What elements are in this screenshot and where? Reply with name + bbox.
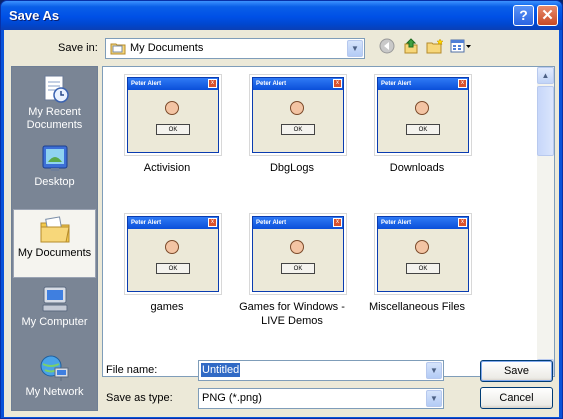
thumbnail-ok: OK xyxy=(156,263,190,274)
my-network-icon xyxy=(39,354,71,384)
help-button[interactable]: ? xyxy=(513,5,534,26)
save-as-type-label: Save as type: xyxy=(106,392,173,404)
place-my-recent-documents[interactable]: My Recent Documents xyxy=(13,69,96,138)
place-my-network[interactable]: My Network xyxy=(13,349,96,418)
chevron-down-icon[interactable]: ▼ xyxy=(426,390,442,407)
thumbnail-title: Peter Alert xyxy=(378,217,468,229)
thumbnail: Peter Alert x OK xyxy=(125,75,221,155)
place-label: My Network xyxy=(25,386,84,398)
close-button[interactable]: ✕ xyxy=(537,5,558,26)
file-name: games xyxy=(150,301,184,313)
save-in-label: Save in: xyxy=(58,42,98,54)
new-folder-icon[interactable] xyxy=(426,38,444,56)
place-desktop[interactable]: Desktop xyxy=(13,139,96,208)
file-name: Games for Windows - LIVE Demos xyxy=(239,301,345,327)
save-as-type-dropdown[interactable]: PNG (*.png) ▼ xyxy=(198,388,444,409)
thumbnail-title: Peter Alert xyxy=(128,78,218,90)
back-icon[interactable] xyxy=(378,38,396,56)
place-label: My Recent Documents xyxy=(26,106,83,131)
face-icon xyxy=(290,240,304,254)
thumbnail: Peter Alert x OK xyxy=(375,75,471,155)
thumbnail-ok: OK xyxy=(281,124,315,135)
save-button[interactable]: Save xyxy=(480,360,553,382)
thumbnail-title: Peter Alert xyxy=(378,78,468,90)
file-item[interactable]: Peter Alert x OK Miscellaneous Files xyxy=(356,210,478,340)
save-as-dialog: Save As ? ✕ Save in: My Documents ▼ My R… xyxy=(0,0,563,419)
face-icon xyxy=(415,240,429,254)
file-list-view[interactable]: Peter Alert x OK Activision Peter Alert x OK… xyxy=(102,66,555,377)
file-name-value: Untitled xyxy=(201,363,241,377)
chevron-down-icon[interactable]: ▼ xyxy=(347,40,363,57)
place-my-documents[interactable]: My Documents xyxy=(13,209,96,278)
place-label: Desktop xyxy=(34,176,75,188)
file-item[interactable]: Peter Alert x OK DbgLogs xyxy=(231,71,353,201)
thumbnail-ok: OK xyxy=(406,124,440,135)
vertical-scrollbar[interactable]: ▲ ▼ xyxy=(537,67,554,376)
file-name-field[interactable]: Untitled ▼ xyxy=(198,360,444,381)
dialog-body: Save in: My Documents ▼ My Recent Docume… xyxy=(4,30,559,417)
face-icon xyxy=(165,240,179,254)
thumbnail: Peter Alert x OK xyxy=(125,214,221,294)
thumbnail: Peter Alert x OK xyxy=(250,75,346,155)
thumbnail-title: Peter Alert xyxy=(253,78,343,90)
thumbnail-title: Peter Alert xyxy=(128,217,218,229)
file-item[interactable]: Peter Alert x OK Activision xyxy=(106,71,228,201)
file-name: Activision xyxy=(143,162,191,174)
my-computer-icon xyxy=(39,284,71,314)
face-icon xyxy=(165,101,179,115)
save-as-type-value: PNG (*.png) xyxy=(202,392,262,404)
file-item[interactable]: Peter Alert x OK games xyxy=(106,210,228,340)
cancel-button[interactable]: Cancel xyxy=(480,387,553,409)
thumbnail: Peter Alert x OK xyxy=(375,214,471,294)
thumbnail-ok: OK xyxy=(406,263,440,274)
file-name: DbgLogs xyxy=(269,162,315,174)
file-item[interactable]: Peter Alert x OK Games for Windows - LIVE … xyxy=(231,210,353,340)
my-documents-icon xyxy=(39,215,71,245)
window-title: Save As xyxy=(9,8,60,23)
thumbnail-ok: OK xyxy=(156,124,190,135)
place-label: My Computer xyxy=(21,316,88,328)
thumbnail: Peter Alert x OK xyxy=(250,214,346,294)
places-bar: My Recent Documents Desktop My Documents… xyxy=(11,66,98,411)
title-bar[interactable]: Save As ? ✕ xyxy=(1,1,562,30)
file-name: Miscellaneous Files xyxy=(369,301,465,313)
up-folder-icon[interactable] xyxy=(402,38,420,56)
views-menu-icon[interactable] xyxy=(450,38,472,56)
face-icon xyxy=(415,101,429,115)
face-icon xyxy=(290,101,304,115)
place-my-computer[interactable]: My Computer xyxy=(13,279,96,348)
thumbnail-ok: OK xyxy=(281,263,315,274)
thumbnail-title: Peter Alert xyxy=(253,217,343,229)
save-in-dropdown[interactable]: My Documents ▼ xyxy=(105,38,365,59)
save-in-value: My Documents xyxy=(130,42,204,54)
scroll-up-icon[interactable]: ▲ xyxy=(537,67,554,84)
file-item[interactable]: Peter Alert x OK Downloads xyxy=(356,71,478,201)
chevron-down-icon[interactable]: ▼ xyxy=(426,362,442,379)
folder-icon xyxy=(110,41,126,55)
place-label: My Documents xyxy=(17,247,92,259)
desktop-icon xyxy=(39,144,71,174)
scrollbar-thumb[interactable] xyxy=(537,86,554,156)
file-name: Downloads xyxy=(389,162,445,174)
file-name-label: File name: xyxy=(106,364,158,376)
recent-documents-icon xyxy=(39,74,71,104)
